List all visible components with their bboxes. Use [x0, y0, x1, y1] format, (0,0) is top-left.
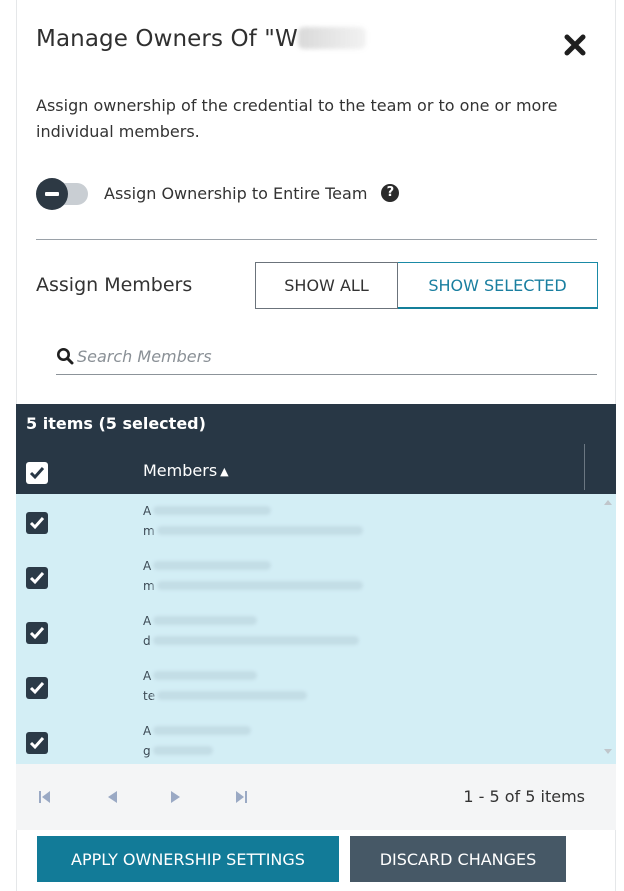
- member-name-text: A: [143, 559, 152, 573]
- redacted-title: [297, 27, 366, 49]
- grid-scrollbar[interactable]: [600, 494, 616, 764]
- show-selected-button[interactable]: SHOW SELECTED: [398, 262, 598, 309]
- row-checkbox[interactable]: [26, 677, 48, 699]
- last-page-icon[interactable]: [234, 790, 248, 804]
- scroll-up-icon[interactable]: [604, 500, 612, 505]
- members-column-header[interactable]: Members ▲: [143, 461, 229, 480]
- scroll-down-icon[interactable]: [604, 749, 612, 754]
- grid-body: A m A m A d A te A g: [16, 494, 616, 764]
- members-grid: 5 items (5 selected) Members ▲ A m A m A …: [16, 404, 616, 764]
- member-name-text: A: [143, 614, 152, 628]
- next-page-icon[interactable]: [170, 790, 182, 804]
- prev-page-icon[interactable]: [106, 790, 118, 804]
- section-divider: [36, 239, 597, 240]
- show-all-button[interactable]: SHOW ALL: [255, 262, 398, 309]
- grid-pager: 1 - 5 of 5 items: [16, 764, 616, 830]
- grid-header: 5 items (5 selected) Members ▲: [16, 404, 616, 494]
- check-icon: [29, 737, 45, 750]
- team-ownership-label: Assign Ownership to Entire Team: [104, 183, 368, 203]
- member-name-text: A: [143, 724, 152, 738]
- dialog-title-text: Manage Owners Of "W: [36, 26, 298, 52]
- first-page-icon[interactable]: [38, 790, 52, 804]
- check-icon: [29, 517, 45, 530]
- member-name-text: A: [143, 504, 152, 518]
- search-members-input[interactable]: [77, 342, 577, 370]
- apply-ownership-button[interactable]: APPLY OWNERSHIP SETTINGS: [37, 836, 339, 882]
- team-ownership-toggle[interactable]: [36, 177, 90, 210]
- close-icon: [564, 34, 586, 56]
- items-count: 5 items (5 selected): [26, 414, 206, 433]
- team-ownership-row: Assign Ownership to Entire Team ?: [36, 176, 400, 210]
- discard-changes-button[interactable]: DISCARD CHANGES: [350, 836, 566, 882]
- column-resize-handle[interactable]: [584, 444, 585, 490]
- check-icon: [29, 627, 45, 640]
- check-icon: [29, 572, 45, 585]
- toggle-knob: [36, 178, 68, 210]
- dialog-description: Assign ownership of the credential to th…: [36, 96, 558, 141]
- row-checkbox[interactable]: [26, 512, 48, 534]
- row-checkbox[interactable]: [26, 567, 48, 589]
- check-icon: [29, 682, 45, 695]
- search-members-field: [56, 342, 597, 375]
- member-filter-toggle: SHOW ALL SHOW SELECTED: [255, 262, 598, 309]
- row-checkbox[interactable]: [26, 732, 48, 754]
- assign-members-label: Assign Members: [36, 274, 193, 296]
- redaction-overlay: [152, 494, 384, 764]
- sort-ascending-icon: ▲: [220, 465, 229, 478]
- member-email-text: d: [143, 634, 151, 648]
- pager-info: 1 - 5 of 5 items: [463, 787, 585, 806]
- select-all-checkbox[interactable]: [26, 462, 48, 484]
- search-icon: [57, 348, 74, 365]
- close-button[interactable]: [563, 33, 587, 57]
- question-circle-icon[interactable]: ?: [381, 184, 400, 202]
- member-name-text: A: [143, 669, 152, 683]
- dialog-title: Manage Owners Of "W: [36, 26, 366, 52]
- row-checkbox[interactable]: [26, 622, 48, 644]
- check-icon: [29, 467, 45, 480]
- members-column-label: Members: [143, 461, 218, 480]
- member-email-text: g: [143, 744, 151, 758]
